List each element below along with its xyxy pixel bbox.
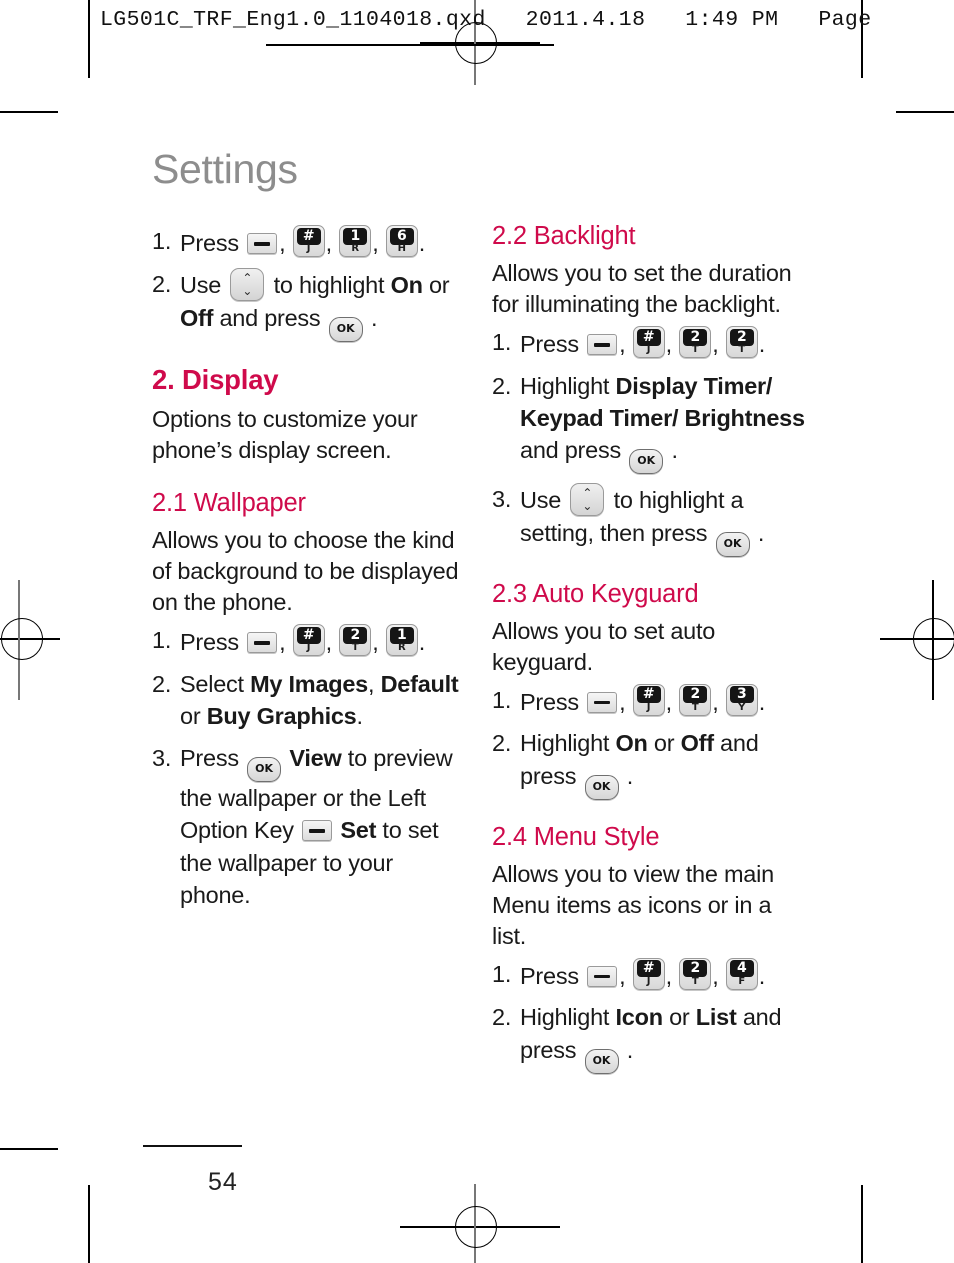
emphasis-text: On — [390, 272, 423, 299]
emphasis-text: Buy Graphics — [206, 703, 357, 730]
registration-mark-bottom — [400, 1180, 560, 1263]
keypad-key-2-icon: 2T — [679, 326, 712, 359]
crop-mark-bottom-right-vertical — [861, 1185, 863, 1263]
instruction-step: 2. Use ⌃ ⌄ to highlight On or Off and pres… — [152, 268, 468, 342]
subsection-heading-wallpaper: 2.1 Wallpaper — [152, 489, 306, 518]
right-column: 2.2 Backlight Allows you to set the durat… — [492, 221, 808, 1083]
left-option-key-icon — [587, 691, 618, 713]
emphasis-text: View — [289, 744, 342, 771]
subsection-description: Allows you to set the duration for illum… — [492, 260, 792, 318]
crop-mark-bottom-left-vertical — [88, 1185, 90, 1263]
instruction-step: 1. Press , # J, 2T, 3Y. — [492, 683, 808, 718]
slug-underline — [266, 44, 554, 46]
ok-key-icon: OK — [715, 531, 750, 557]
keypad-key-2-icon: 2T — [725, 326, 758, 359]
instruction-step: 2. Highlight Display Timer/ Keypad Timer/… — [492, 370, 808, 475]
instruction-step: 1. Press , # J, 2T, 1R. — [152, 624, 468, 658]
left-option-key-icon — [587, 965, 618, 987]
keypad-key-2-icon: 2T — [679, 957, 712, 990]
subsection-heading: 2.3 Auto Keyguard — [492, 579, 699, 608]
ok-key-icon: OK — [247, 756, 282, 782]
left-option-key-icon — [247, 233, 278, 254]
keypad-key-#-icon: # J — [632, 683, 665, 716]
navigation-key-icon: ⌃ ⌄ — [570, 483, 605, 517]
instruction-step: 3. Use ⌃ ⌄ to highlight a setting, then pr… — [492, 483, 808, 557]
step-number: 3. — [152, 744, 172, 771]
step-number: 2. — [152, 670, 172, 697]
left-option-key-icon — [247, 632, 278, 654]
crop-mark-top-left-vertical — [88, 0, 90, 78]
keypad-key-#-icon: # J — [632, 326, 665, 359]
instruction-step: 2. Highlight On or Off and press OK . — [492, 727, 808, 800]
instruction-step-list: 1. Press , # J, 2T, 2 T. 2. Highlight Display… — [492, 326, 808, 557]
emphasis-text: My Images — [250, 670, 369, 697]
keypad-key-#-icon: # J — [292, 624, 325, 657]
instruction-step: 2. Select My Images, Default or Buy Graph… — [152, 668, 468, 733]
step-number: 2. — [152, 271, 172, 298]
instruction-step: 1. Press , # J, 2T, 2T. — [492, 326, 808, 360]
ok-key-icon: OK — [584, 774, 619, 800]
step-number: 2. — [492, 1004, 512, 1031]
manual-page: Settings 1. Press , # J, 1R, 6 H. 2. Use ⌃ ⌄ t… — [88, 78, 863, 1196]
instruction-step: 3. Press OK View to preview the wallpaper… — [152, 742, 468, 912]
keypad-key-1-icon: 1R — [385, 624, 418, 657]
keypad-key-1-icon: 1R — [339, 225, 372, 257]
ok-key-icon: OK — [328, 316, 363, 342]
emphasis-text: On — [615, 730, 648, 757]
ok-key-icon: OK — [629, 449, 664, 475]
left-option-key-icon — [302, 820, 333, 842]
subsection-description: Allows you to set auto keyguard. — [492, 617, 716, 675]
crop-mark-left-bottom-horizontal — [0, 1148, 58, 1151]
keypad-key-#-icon: # J — [292, 225, 325, 257]
navigation-key-icon: ⌃ ⌄ — [230, 268, 265, 302]
page-title: Settings — [152, 146, 298, 192]
keypad-key-2-icon: 2T — [679, 683, 712, 716]
subsection-description: Allows you to view the main Menu items a… — [492, 860, 774, 949]
keypad-key-#-icon: # J — [632, 957, 665, 990]
keypad-key-4-icon: 4F — [725, 957, 758, 990]
keypad-key-6-icon: 6H — [385, 225, 418, 257]
emphasis-text: Off — [180, 304, 214, 331]
ok-key-icon: OK — [584, 1048, 619, 1074]
instruction-step: 2. Highlight Icon or List and press OK . — [492, 1001, 808, 1074]
step-number: 1. — [152, 228, 172, 254]
step-number: 1. — [492, 960, 512, 987]
step-number: 1. — [152, 627, 172, 654]
emphasis-text: List — [695, 1004, 737, 1031]
page-number: 54 — [208, 1168, 238, 1196]
instruction-step: 1. Press , # J, 1R, 6H. — [152, 225, 468, 259]
left-column: 1. Press , # J, 1R, 6 H. 2. Use ⌃ ⌄ to highlig… — [152, 221, 468, 920]
section-heading-display: 2. Display — [152, 363, 279, 395]
instruction-step-list: 1. Press , # J, 2T, 3 Y. 2. Highlight On or O… — [492, 683, 808, 800]
emphasis-text: Display Timer/ Keypad Timer/ Brightness — [520, 372, 805, 431]
crop-mark-left-top-horizontal — [0, 111, 58, 114]
emphasis-text: Set — [340, 817, 377, 844]
step-number: 1. — [492, 329, 512, 356]
section-description-display: Options to customize your phone’s displa… — [152, 406, 418, 464]
subsection-description-wallpaper: Allows you to choose the kind of backgro… — [152, 527, 459, 616]
emphasis-text: Icon — [615, 1004, 663, 1031]
footer-rule — [143, 1145, 242, 1148]
wallpaper-step-list: 1. Press , # J, 2T, 1 R. 2. Select My Images,… — [152, 624, 468, 911]
step-number: 2. — [492, 730, 512, 757]
keypad-key-2-icon: 2T — [339, 624, 372, 657]
step-number: 3. — [492, 486, 512, 513]
left-option-key-icon — [587, 334, 618, 356]
subsection-heading: 2.2 Backlight — [492, 222, 636, 250]
registration-mark-right — [880, 580, 954, 700]
emphasis-text: Default — [380, 670, 459, 697]
instruction-step-list: 1. Press , # J, 2T, 4 F. 2. Highlight Icon or… — [492, 957, 808, 1074]
imposition-slug: LG501C_TRF_Eng1.0_1104018.qxd 2011.4.18 … — [100, 8, 872, 32]
instruction-step: 1. Press , # J, 2T, 4F. — [492, 957, 808, 992]
step-number: 2. — [492, 372, 512, 399]
continued-step-list: 1. Press , # J, 1R, 6 H. 2. Use ⌃ ⌄ to highlig… — [152, 225, 468, 342]
crop-mark-right-top-horizontal — [896, 111, 954, 114]
step-number: 1. — [492, 686, 512, 713]
subsection-heading: 2.4 Menu Style — [492, 822, 660, 851]
emphasis-text: Off — [680, 730, 714, 757]
keypad-key-3-icon: 3Y — [725, 683, 758, 716]
